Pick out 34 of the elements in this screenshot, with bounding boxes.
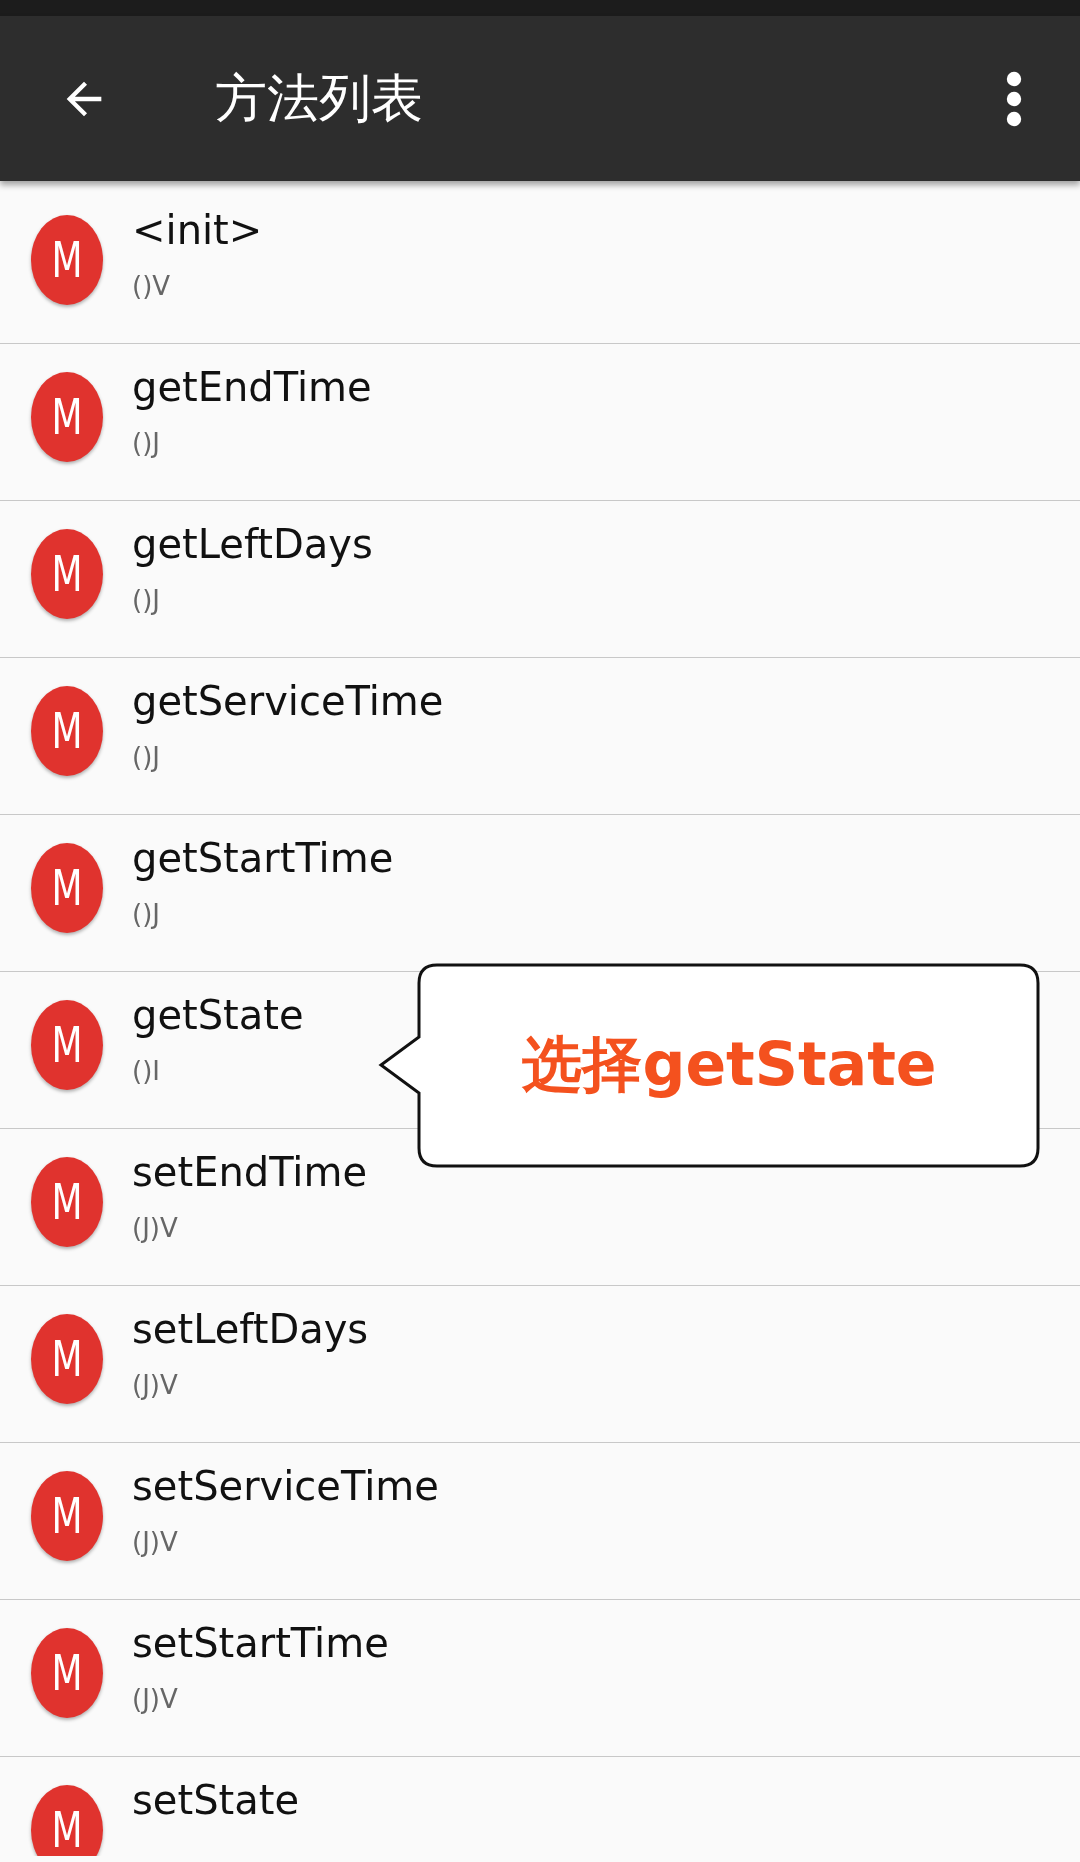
method-signature: ()J [132, 585, 160, 615]
method-badge: M [31, 1471, 103, 1561]
method-badge: M [31, 1314, 103, 1404]
method-badge: M [31, 1157, 103, 1247]
screen-title: 方法列表 [215, 66, 424, 130]
method-name: setLeftDays [132, 1306, 369, 1352]
method-signature: ()J [132, 899, 160, 929]
method-signature: ()V [132, 271, 171, 301]
callout-text: 选择getState [522, 1028, 937, 1101]
method-name: setStartTime [132, 1620, 389, 1666]
method-name: getStartTime [132, 835, 394, 881]
method-badge: M [31, 1628, 103, 1718]
method-name: getServiceTime [132, 678, 444, 724]
method-badge: M [31, 529, 103, 619]
method-badge: M [31, 1785, 103, 1856]
method-signature: ()J [132, 428, 160, 458]
method-name: setState [132, 1777, 299, 1823]
method-signature: (J)V [132, 1370, 178, 1400]
method-badge: M [31, 215, 103, 305]
method-badge: M [31, 843, 103, 933]
method-signature: (J)V [132, 1684, 178, 1714]
method-name: getLeftDays [132, 521, 373, 567]
method-name: <init> [132, 207, 263, 253]
method-badge: M [31, 1000, 103, 1090]
method-signature: ()I [132, 1056, 160, 1086]
method-name: setServiceTime [132, 1463, 439, 1509]
method-name: setEndTime [132, 1149, 368, 1195]
method-signature: ()J [132, 742, 160, 772]
method-badge: M [31, 686, 103, 776]
method-signature: (J)V [132, 1527, 178, 1557]
method-signature: (J)V [132, 1213, 178, 1243]
method-badge: M [31, 372, 103, 462]
method-name: getEndTime [132, 364, 372, 410]
method-name: getState [132, 992, 304, 1038]
